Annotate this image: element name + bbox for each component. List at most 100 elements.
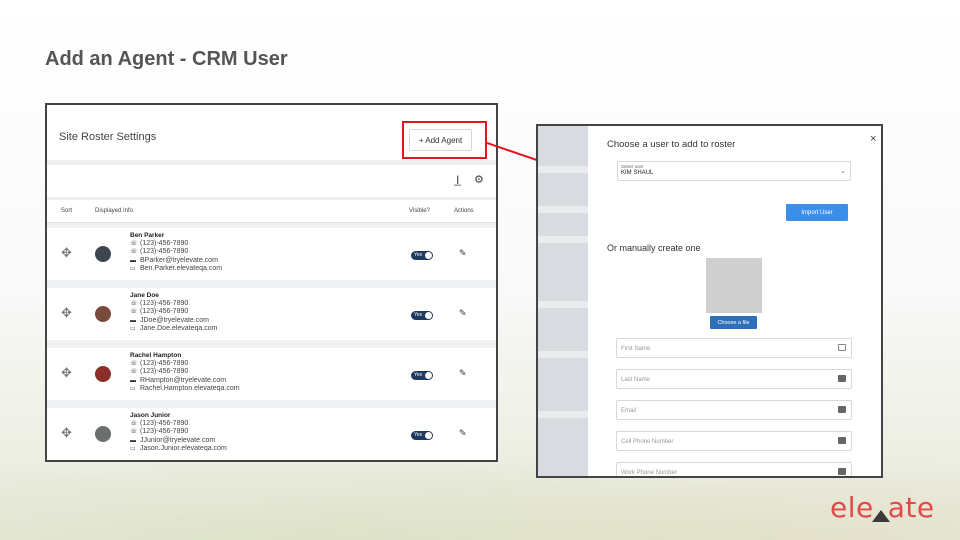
agent-office-phone: (123)-456-7890 <box>140 360 189 368</box>
office-phone-icon: ☏ <box>130 361 138 368</box>
email-icon: ▬ <box>130 377 136 384</box>
agent-office-phone: (123)-456-7890 <box>140 420 189 428</box>
office-phone-icon: ☏ <box>130 241 138 248</box>
gear-icon[interactable]: ⚙ <box>474 173 484 186</box>
drag-handle-icon[interactable]: ✥ <box>61 425 72 441</box>
email-icon: ▬ <box>130 437 136 444</box>
link-icon: ▭ <box>130 325 136 332</box>
agent-name: Rachel Hampton <box>130 352 182 359</box>
table-row: ✥ Jason Junior ☏ (123)-456-7890 ☏ (123)-45… <box>47 408 496 460</box>
id-card-icon <box>838 375 846 382</box>
visible-toggle[interactable]: Yes <box>411 311 433 320</box>
agent-info: Ben Parker ☏ (123)-456-7890 ☏ (123)-456-78… <box>130 232 222 273</box>
work-phone-field[interactable]: Work Phone Number <box>616 462 852 476</box>
email-icon: ▬ <box>130 257 136 264</box>
avatar <box>95 306 111 322</box>
email-placeholder: Email <box>621 408 637 414</box>
drag-handle-icon[interactable]: ✥ <box>61 305 72 321</box>
import-user-button[interactable]: Import User <box>786 204 848 221</box>
slide-title: Add an Agent - CRM User <box>45 48 288 70</box>
agent-email: JJunior@tryelevate.com <box>140 436 216 444</box>
roster-title: Site Roster Settings <box>59 131 157 143</box>
select-value: KIM SHAUL <box>621 170 654 176</box>
id-card-icon <box>838 437 846 444</box>
edit-icon[interactable]: ✎ <box>459 248 467 259</box>
roster-screenshot: Site Roster Settings + Add Agent I̲ ⚙ So… <box>45 103 498 462</box>
table-row: ✥ Jane Doe ☏ (123)-456-7890 ☏ (123)-456-78… <box>47 288 496 340</box>
phone-icon: ☏ <box>130 249 138 256</box>
agent-phone: (123)-456-7890 <box>140 428 189 436</box>
select-label: Select user <box>621 164 644 169</box>
table-row: ✥ Ben Parker ☏ (123)-456-7890 ☏ (123)-456-… <box>47 228 496 280</box>
add-agent-modal-screenshot: Choose a user to add to roster Select us… <box>536 124 883 478</box>
agent-site: Jane.Doe.elevateqa.com <box>140 324 218 332</box>
roster-toolbar: I̲ ⚙ <box>47 165 496 197</box>
avatar <box>95 246 111 262</box>
avatar <box>95 366 111 382</box>
drag-handle-icon[interactable]: ✥ <box>61 245 72 261</box>
email-icon: ▬ <box>130 317 136 324</box>
agent-office-phone: (123)-456-7890 <box>140 300 189 308</box>
roster-header: Site Roster Settings + Add Agent <box>47 105 496 160</box>
agent-email: JDoe@tryelevate.com <box>140 316 209 324</box>
agent-info: Rachel Hampton ☏ (123)-456-7890 ☏ (123)-45… <box>130 352 240 393</box>
office-phone-icon: ☏ <box>130 301 138 308</box>
background-page <box>538 126 588 476</box>
visible-toggle[interactable]: Yes <box>411 251 433 260</box>
id-card-icon <box>838 406 846 413</box>
agent-email: RHampton@tryelevate.com <box>140 376 227 384</box>
id-card-icon <box>838 468 846 475</box>
cell-phone-field[interactable]: Cell Phone Number <box>616 431 852 451</box>
agent-info: Jane Doe ☏ (123)-456-7890 ☏ (123)-456-7890… <box>130 292 217 333</box>
modal-title: Choose a user to add to roster <box>607 139 736 150</box>
column-visible: Visible? <box>409 208 430 214</box>
first-name-placeholder: First Name <box>621 346 651 352</box>
agent-phone: (123)-456-7890 <box>140 248 189 256</box>
agent-phone: (123)-456-7890 <box>140 368 189 376</box>
agent-email: BParker@tryelevate.com <box>140 256 218 264</box>
last-name-placeholder: Last Name <box>621 377 651 383</box>
agent-site: Jason.Junior.elevateqa.com <box>140 444 227 452</box>
last-name-field[interactable]: Last Name <box>616 369 852 389</box>
modal-dialog: Choose a user to add to roster Select us… <box>588 126 881 476</box>
phone-icon: ☏ <box>130 309 138 316</box>
email-field[interactable]: Email <box>616 400 852 420</box>
column-sort: Sort <box>61 208 73 214</box>
manual-create-heading: Or manually create one <box>607 243 701 253</box>
agent-phone: (123)-456-7890 <box>140 308 189 316</box>
link-icon: ▭ <box>130 265 136 272</box>
agent-info: Jason Junior ☏ (123)-456-7890 ☏ (123)-456-… <box>130 412 227 453</box>
table-header: Sort Displayed Info Visible? Actions <box>47 200 496 223</box>
first-name-field[interactable]: First Name <box>616 338 852 358</box>
visible-toggle[interactable]: Yes <box>411 431 433 440</box>
agent-office-phone: (123)-456-7890 <box>140 240 189 248</box>
agent-site: Rachel.Hampton.elevateqa.com <box>140 384 240 392</box>
column-actions: Actions <box>454 208 474 214</box>
link-icon: ▭ <box>130 385 136 392</box>
table-row: ✥ Rachel Hampton ☏ (123)-456-7890 ☏ (123)-… <box>47 348 496 400</box>
agent-name: Jane Doe <box>130 292 159 299</box>
edit-icon[interactable]: ✎ <box>459 308 467 319</box>
logo-triangle-icon <box>872 510 890 522</box>
column-displayed-info: Displayed Info <box>95 208 134 214</box>
drag-handle-icon[interactable]: ✥ <box>61 365 72 381</box>
id-card-icon <box>838 344 846 351</box>
phone-icon: ☏ <box>130 369 138 376</box>
avatar <box>95 426 111 442</box>
close-icon[interactable]: × <box>870 133 876 145</box>
edit-icon[interactable]: ✎ <box>459 428 467 439</box>
cell-phone-placeholder: Cell Phone Number <box>621 439 674 445</box>
agent-name: Jason Junior <box>130 412 171 419</box>
office-phone-icon: ☏ <box>130 421 138 428</box>
visible-toggle[interactable]: Yes <box>411 371 433 380</box>
photo-placeholder <box>706 258 762 313</box>
agent-site: Ben.Parker.elevateqa.com <box>140 264 223 272</box>
edit-icon[interactable]: ✎ <box>459 368 467 379</box>
text-format-icon[interactable]: I̲ <box>456 173 459 187</box>
work-phone-placeholder: Work Phone Number <box>621 470 677 476</box>
choose-file-button[interactable]: Choose a file <box>710 316 757 329</box>
phone-icon: ☏ <box>130 429 138 436</box>
link-icon: ▭ <box>130 445 136 452</box>
highlight-box <box>402 121 487 159</box>
select-user-dropdown[interactable]: Select user KIM SHAUL ⌄ <box>617 161 851 181</box>
